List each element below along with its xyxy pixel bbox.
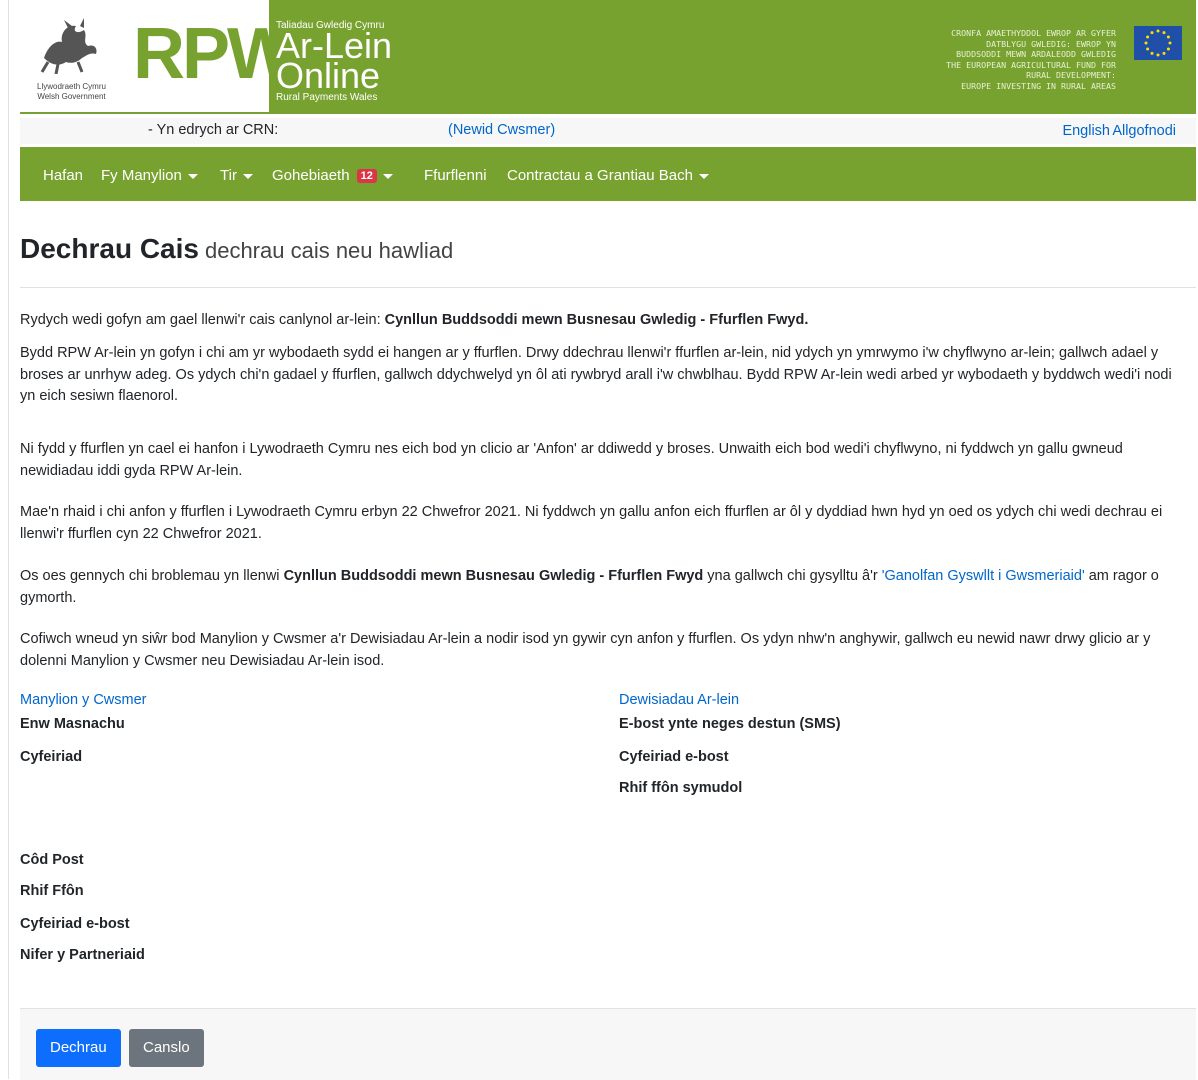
- nav-my-details-label: Fy Manylion: [101, 167, 182, 184]
- nav-land[interactable]: Tir: [220, 167, 253, 184]
- nav-my-details[interactable]: Fy Manylion: [101, 167, 198, 184]
- info-paragraph-1: Bydd RPW Ar-lein yn gofyn i chi am yr wy…: [20, 345, 1172, 404]
- start-button[interactable]: Dechrau: [36, 1029, 121, 1067]
- gov-name-english: Welsh Government: [37, 92, 106, 101]
- intro-paragraph: Rydych wedi gofyn am gael llenwi'r cais …: [20, 310, 1185, 332]
- gov-name-welsh: Llywodraeth Cymru: [37, 82, 106, 91]
- title-divider: [20, 287, 1196, 288]
- online-preferences-link[interactable]: Dewisiadau Ar-lein: [619, 692, 739, 708]
- rpw-logo: RPW: [123, 0, 295, 112]
- help-paragraph: Os oes gennych chi broblemau yn llenwi C…: [20, 566, 1185, 609]
- chevron-down-icon: [242, 173, 253, 179]
- info-paragraph-2: Ni fydd y ffurflen yn cael ei hanfon i L…: [20, 441, 1123, 479]
- dragon-icon: [40, 18, 97, 74]
- nav-forms[interactable]: Ffurflenni: [424, 167, 487, 184]
- eu-line: RURAL DEVELOPMENT:: [1026, 70, 1116, 80]
- nav-land-label: Tir: [220, 167, 237, 184]
- rpw-logo-text: RPW: [133, 14, 295, 94]
- form-actions: Dechrau Canslo: [20, 1008, 1196, 1080]
- chevron-down-icon: [187, 173, 198, 179]
- contact-method-label: E-bost ynte neges destun (SMS): [619, 716, 841, 732]
- welsh-government-logo: Llywodraeth Cymru Welsh Government: [20, 0, 123, 112]
- online-tagline-bottom: Rural Payments Wales: [276, 92, 378, 103]
- nav-correspondence-label: Gohebiaeth: [272, 167, 350, 184]
- chevron-down-icon: [382, 173, 393, 179]
- intro-text: Rydych wedi gofyn am gael llenwi'r cais …: [20, 312, 385, 328]
- page-title-main: Dechrau Cais: [20, 233, 199, 264]
- partners-count-label: Nifer y Partneriaid: [20, 947, 145, 963]
- scheme-name: Cynllun Buddsoddi mewn Busnesau Gwledig …: [283, 568, 704, 584]
- nav-home-label: Hafan: [43, 167, 84, 184]
- nav-home[interactable]: Hafan: [43, 167, 83, 184]
- customer-email-label: Cyfeiriad e-bost: [20, 916, 130, 932]
- logout-link[interactable]: Allgofnodi: [1112, 123, 1176, 139]
- contact-centre-link[interactable]: 'Ganolfan Gyswllt i Gwsmeriaid': [882, 568, 1085, 584]
- eu-line: EUROPE INVESTING IN RURAL AREAS: [961, 80, 1116, 91]
- change-customer-link[interactable]: (Newid Cwsmer): [448, 122, 555, 138]
- unread-count-badge: 12: [356, 169, 377, 183]
- check-details-paragraph: Cofiwch wneud yn siŵr bod Manylion y Cws…: [20, 631, 1151, 669]
- nav-contracts-label: Contractau a Grantiau Bach: [507, 167, 693, 184]
- main-navbar: Hafan Fy Manylion Tir Gohebiaeth 12 Ffurf…: [20, 147, 1196, 201]
- nav-contracts[interactable]: Contractau a Grantiau Bach: [507, 167, 709, 184]
- eu-line: CRONFA AMAETHYDDOL EWROP AR GYFER: [951, 28, 1116, 38]
- chevron-down-icon: [698, 173, 709, 179]
- online-title-english: Online: [276, 55, 381, 96]
- help-text-mid: yna gallwch chi gysylltu â'r: [703, 568, 882, 584]
- eu-line: DATBLYGU GWLEDIG: EWROP YN: [986, 38, 1116, 49]
- customer-details-link[interactable]: Manylion y Cwsmer: [20, 692, 147, 708]
- deadline-paragraph: Mae'n rhaid i chi anfon y ffurflen i Lyw…: [20, 504, 1163, 542]
- crn-label: - Yn edrych ar CRN:: [148, 122, 279, 138]
- english-language-link[interactable]: English: [1062, 123, 1110, 139]
- nav-correspondence[interactable]: Gohebiaeth 12: [272, 167, 393, 184]
- page-title: Dechrau Cais dechrau cais neu hawliad: [20, 233, 453, 265]
- help-text-pre: Os oes gennych chi broblemau yn llenwi: [20, 568, 284, 584]
- eu-funding-text: CRONFA AMAETHYDDOL EWROP AR GYFER DATBLY…: [786, 28, 1116, 91]
- cancel-button[interactable]: Canslo: [129, 1029, 204, 1067]
- mobile-number-label: Rhif ffôn symudol: [619, 780, 743, 796]
- page-subtitle: dechrau cais neu hawliad: [204, 238, 454, 263]
- eu-line: THE EUROPEAN AGRICULTURAL FUND FOR: [946, 59, 1116, 70]
- eu-flag-icon: [1134, 26, 1182, 60]
- nav-forms-label: Ffurflenni: [424, 167, 487, 184]
- postcode-label: Côd Post: [20, 852, 84, 868]
- eu-line: BUDDSODDI MEWN ARDALEODD GWLEDIG: [956, 49, 1116, 59]
- trading-name-label: Enw Masnachu: [20, 716, 125, 732]
- phone-label: Rhif Ffôn: [20, 883, 84, 899]
- site-banner: Llywodraeth Cymru Welsh Government RPW T…: [20, 0, 1196, 114]
- address-label: Cyfeiriad: [20, 749, 83, 765]
- scheme-name: Cynllun Buddsoddi mewn Busnesau Gwledig …: [384, 312, 809, 328]
- customer-info-bar: - Yn edrych ar CRN: (Newid Cwsmer) Engli…: [20, 118, 1196, 144]
- prefs-email-label: Cyfeiriad e-bost: [619, 749, 729, 765]
